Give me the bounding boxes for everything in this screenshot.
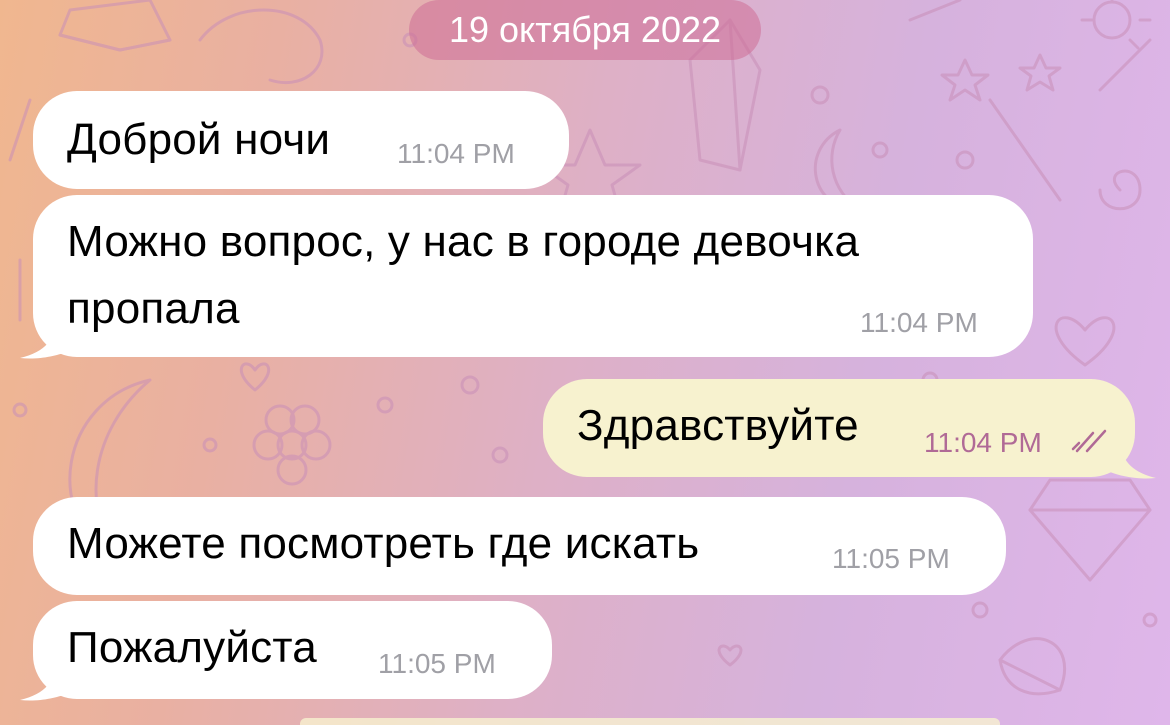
message-bubble-incoming[interactable]: Можете посмотреть где искать 11:05 PM: [33, 497, 1006, 595]
message-text: Доброй ночи: [67, 115, 331, 164]
bubble-tail-incoming: [20, 660, 66, 701]
message-text: Можете посмотреть где искать: [67, 519, 700, 568]
message-time: 11:04 PM: [860, 307, 978, 338]
message-bubble-incoming[interactable]: Пожалуйста 11:05 PM: [33, 601, 552, 699]
message-text-line-1: Можно вопрос, у нас в городе девочка: [67, 217, 860, 266]
date-separator: 19 октября 2022: [409, 0, 761, 60]
message-time: 11:04 PM: [397, 138, 515, 169]
message-bubble-incoming[interactable]: Доброй ночи 11:04 PM: [33, 91, 569, 189]
double-check-icon: [1071, 429, 1107, 453]
message-bubble-incoming[interactable]: Можно вопрос, у нас в городе девочка про…: [33, 195, 1033, 357]
message-bubble-outgoing[interactable]: Здравствуйте 11:04 PM: [543, 379, 1135, 477]
message-time: 11:04 PM: [924, 427, 1042, 458]
message-text: Здравствуйте: [577, 401, 859, 450]
message-text: Пожалуйста: [67, 623, 317, 672]
message-time: 11:05 PM: [378, 648, 496, 679]
message-text-line-2: пропала: [67, 284, 240, 333]
message-bubble-partial: [300, 718, 1000, 725]
message-time: 11:05 PM: [832, 543, 950, 574]
bubble-tail-outgoing: [1110, 438, 1156, 479]
bubble-tail-incoming: [20, 318, 66, 359]
